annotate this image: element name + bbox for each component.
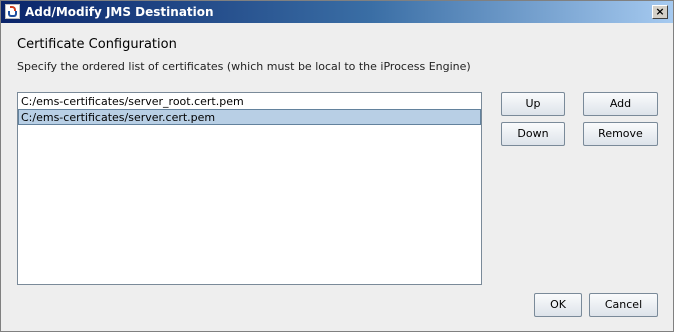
remove-button[interactable]: Remove [583, 122, 658, 146]
certificate-list[interactable]: C:/ems-certificates/server_root.cert.pem… [17, 92, 482, 285]
close-icon[interactable]: × [652, 5, 668, 19]
window-title: Add/Modify JMS Destination [25, 5, 214, 19]
java-app-icon [5, 4, 20, 19]
add-button[interactable]: Add [583, 92, 658, 116]
dialog-window: Add/Modify JMS Destination × Certificate… [0, 0, 674, 332]
ok-button[interactable]: OK [534, 293, 582, 317]
cancel-button[interactable]: Cancel [589, 293, 658, 317]
down-button[interactable]: Down [501, 122, 565, 146]
up-button[interactable]: Up [501, 92, 565, 116]
certificate-list-item[interactable]: C:/ems-certificates/server_root.cert.pem [18, 93, 481, 109]
certificate-list-item[interactable]: C:/ems-certificates/server.cert.pem [18, 109, 481, 125]
section-title: Certificate Configuration [17, 37, 177, 52]
section-description: Specify the ordered list of certificates… [17, 60, 471, 73]
title-bar[interactable]: Add/Modify JMS Destination × [1, 1, 673, 23]
